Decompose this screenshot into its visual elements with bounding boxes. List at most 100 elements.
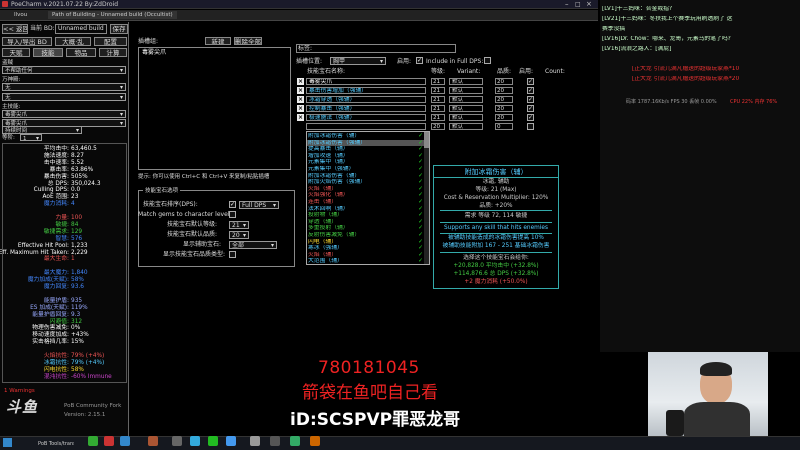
- bandit-select[interactable]: 不帮助任何: [2, 66, 126, 74]
- dropdown-item[interactable]: 增加攻速（辅） ✓: [307, 153, 425, 160]
- gem-name-field[interactable]: 暴击伤害增加（强辅）: [306, 87, 426, 94]
- dropdown-item[interactable]: 附加冰霜伤害（辅） ✓: [307, 173, 425, 180]
- minimize-icon[interactable]: –: [565, 0, 569, 9]
- gem-variant-select[interactable]: 默认: [449, 105, 483, 112]
- gem-enabled-checkbox[interactable]: ✓: [527, 114, 534, 121]
- dropdown-item[interactable]: 多重投射（辅） ✓: [307, 225, 425, 232]
- remove-gem-icon[interactable]: ×: [297, 114, 304, 121]
- config-button[interactable]: 配置: [94, 37, 127, 46]
- tab-skills[interactable]: 技能: [33, 48, 63, 57]
- group-enabled-checkbox[interactable]: ✓: [416, 57, 423, 64]
- gem-variant-select[interactable]: 默认: [449, 123, 483, 130]
- remove-gem-icon[interactable]: ×: [297, 78, 304, 85]
- gem-quality-field[interactable]: 20: [495, 114, 513, 121]
- tab-items[interactable]: 物品: [66, 48, 96, 57]
- taskbar-app-8-icon[interactable]: [226, 436, 236, 446]
- socket-group-item[interactable]: 毒雾尖爪: [140, 49, 289, 57]
- default-level-field[interactable]: 21: [229, 221, 249, 229]
- dropdown-item[interactable]: 穿透（辅） ✓: [307, 219, 425, 226]
- include-full-dps-checkbox[interactable]: [484, 57, 491, 64]
- taskbar-app-2-icon[interactable]: [104, 436, 114, 446]
- maximize-icon[interactable]: □: [575, 0, 581, 9]
- tab-tree[interactable]: 天赋: [2, 48, 30, 57]
- warning-text[interactable]: 1 Warnings: [4, 387, 35, 395]
- match-level-checkbox[interactable]: [229, 211, 236, 218]
- dropdown-item[interactable]: 附加冰霜伤害（辅） ✓: [307, 133, 425, 140]
- gem-name-field[interactable]: 冰霜穿透（强辅）: [306, 96, 426, 103]
- gem-enabled-checkbox[interactable]: [527, 123, 534, 130]
- dropdown-item[interactable]: 元素集中（辅） ✓: [307, 159, 425, 166]
- dropdown-item[interactable]: 闪电（辅） ✓: [307, 239, 425, 246]
- tab-calcs[interactable]: 计算: [99, 48, 127, 57]
- gem-quality-field[interactable]: 20: [495, 105, 513, 112]
- gem-quality-field[interactable]: 0: [495, 123, 513, 130]
- gem-name-field[interactable]: 毒雾尖爪: [306, 78, 426, 85]
- main-skill-select[interactable]: 毒雾尖爪: [2, 110, 126, 118]
- gem-level-field[interactable]: 21: [431, 114, 445, 121]
- taskbar-app-11-icon[interactable]: [290, 436, 300, 446]
- gem-level-field[interactable]: 21: [431, 105, 445, 112]
- gem-enabled-checkbox[interactable]: ✓: [527, 96, 534, 103]
- notes-button[interactable]: 大概·乱: [55, 37, 91, 46]
- delete-all-button[interactable]: 删除全部: [234, 37, 262, 45]
- gem-name-field[interactable]: 控制暴击（强辅）: [306, 105, 426, 112]
- taskbar-window-title[interactable]: PoB Tools/translate_...: [38, 440, 74, 448]
- gem-enabled-checkbox[interactable]: ✓: [527, 78, 534, 85]
- gem-quality-field[interactable]: 20: [495, 78, 513, 85]
- tab-left[interactable]: Ilvou: [14, 11, 27, 19]
- gem-enabled-checkbox[interactable]: ✓: [527, 87, 534, 94]
- taskbar-app-1-icon[interactable]: [88, 436, 98, 446]
- label-field-input[interactable]: [296, 44, 456, 53]
- taskbar-app-9-icon[interactable]: [250, 436, 260, 446]
- dropdown-scrollbar[interactable]: [424, 132, 429, 264]
- dropdown-item[interactable]: 法术回响（辅） ✓: [307, 206, 425, 213]
- taskbar-app-4-icon[interactable]: [148, 436, 158, 446]
- pantheon-major-select[interactable]: 无: [2, 83, 126, 91]
- remove-gem-icon[interactable]: ×: [297, 87, 304, 94]
- dropdown-item[interactable]: 附加火焰伤害（强辅） ✓: [307, 179, 425, 186]
- back-button[interactable]: << 返回: [2, 24, 28, 34]
- gem-name-field[interactable]: [306, 123, 426, 130]
- dropdown-item[interactable]: 反射伤害减免（辅） ✓: [307, 232, 425, 239]
- gem-level-field[interactable]: 21: [431, 78, 445, 85]
- slot-select[interactable]: 胸甲: [330, 57, 386, 65]
- dropdown-item[interactable]: 火焰（辅） ✓: [307, 252, 425, 259]
- dropdown-item[interactable]: 元素集中（强辅） ✓: [307, 166, 425, 173]
- default-quality-field[interactable]: 20: [229, 231, 249, 239]
- gem-enabled-checkbox[interactable]: ✓: [527, 105, 534, 112]
- gem-quality-field[interactable]: 20: [495, 96, 513, 103]
- show-quality-checkbox[interactable]: [229, 251, 236, 258]
- taskbar-app-5-icon[interactable]: [172, 436, 182, 446]
- save-button[interactable]: 保存: [110, 24, 128, 34]
- gem-name-field[interactable]: 极速施法（强辅）: [306, 114, 426, 121]
- gem-variant-select[interactable]: 默认: [449, 87, 483, 94]
- gem-level-field[interactable]: 21: [431, 87, 445, 94]
- start-icon[interactable]: [3, 438, 12, 447]
- gem-variant-select[interactable]: 默认: [449, 96, 483, 103]
- dropdown-item[interactable]: 提高暴击（辅） ✓: [307, 146, 425, 153]
- remove-gem-icon[interactable]: ×: [297, 96, 304, 103]
- mode-select[interactable]: 持续时间: [2, 126, 82, 134]
- dropdown-item[interactable]: 附加冰霜伤害（强辅） ✓: [307, 139, 425, 147]
- remove-gem-icon[interactable]: ×: [297, 105, 304, 112]
- import-export-button[interactable]: 导入/导出 BD: [2, 37, 52, 46]
- dropdown-item[interactable]: 大范围（辅） ✓: [307, 258, 425, 265]
- dropdown-item[interactable]: 连击（辅） ✓: [307, 199, 425, 206]
- pantheon-minor-select[interactable]: 无: [2, 93, 126, 101]
- dropdown-item[interactable]: 火焰（辅） ✓: [307, 186, 425, 193]
- taskbar-app-6-icon[interactable]: [190, 436, 200, 446]
- dropdown-item[interactable]: 投射物（辅） ✓: [307, 212, 425, 219]
- gem-level-field[interactable]: 20: [431, 123, 445, 130]
- sort-checkbox[interactable]: ✓: [229, 201, 236, 208]
- close-icon[interactable]: ×: [586, 0, 592, 9]
- taskbar-app-10-icon[interactable]: [270, 436, 280, 446]
- tab-main[interactable]: Path of Building - Unnamed build (Occult…: [48, 11, 177, 19]
- taskbar-app-3-icon[interactable]: [120, 436, 130, 446]
- aura-select[interactable]: 1: [20, 134, 42, 141]
- sort-select[interactable]: Full DPS: [239, 201, 279, 209]
- gem-quality-field[interactable]: 20: [495, 87, 513, 94]
- build-name-field[interactable]: Unnamed build: [55, 24, 107, 34]
- gem-variant-select[interactable]: 默认: [449, 78, 483, 85]
- dropdown-item[interactable]: 寒冰（强辅） ✓: [307, 245, 425, 252]
- gem-level-field[interactable]: 21: [431, 96, 445, 103]
